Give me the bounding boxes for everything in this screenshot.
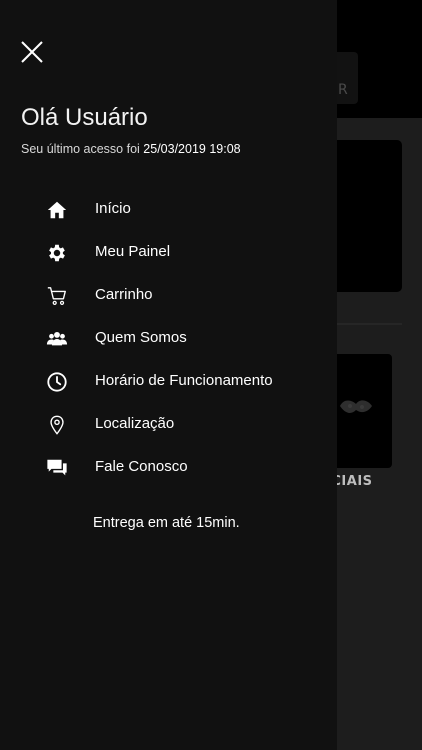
category-art-icon (340, 400, 372, 413)
menu-item-label: Carrinho (95, 286, 153, 303)
menu-item-carrinho[interactable]: Carrinho (0, 275, 337, 317)
menu-item-fale-conosco[interactable]: Fale Conosco (0, 447, 337, 489)
cart-icon (46, 285, 68, 307)
location-pin-icon (46, 414, 68, 436)
menu-item-label: Fale Conosco (95, 458, 188, 475)
close-button[interactable] (18, 38, 46, 66)
chat-icon (46, 457, 68, 479)
menu-item-quem-somos[interactable]: Quem Somos (0, 318, 337, 360)
navigation-drawer: Olá Usuário Seu último acesso foi 25/03/… (0, 0, 337, 750)
people-icon (46, 328, 68, 350)
last-access-text: Seu último acesso foi 25/03/2019 19:08 (21, 142, 241, 156)
last-access-prefix: Seu último acesso foi (21, 142, 140, 156)
menu-item-meu-painel[interactable]: Meu Painel (0, 232, 337, 274)
home-icon (46, 199, 68, 221)
menu-item-label: Meu Painel (95, 243, 171, 260)
greeting-title: Olá Usuário (21, 104, 148, 131)
gear-icon (46, 242, 68, 264)
background-header-button-text: R (338, 82, 348, 98)
menu-item-label: Horário de Funcionamento (95, 372, 273, 389)
menu-item-localizacao[interactable]: Localização (0, 404, 337, 446)
menu-item-horario[interactable]: Horário de Funcionamento (0, 361, 337, 403)
menu-item-inicio[interactable]: Início (0, 189, 337, 231)
delivery-note: Entrega em até 15min. (93, 515, 240, 531)
background-divider (330, 323, 402, 325)
clock-icon (46, 371, 68, 393)
last-access-timestamp: 25/03/2019 19:08 (143, 142, 241, 156)
menu-item-label: Quem Somos (95, 329, 187, 346)
menu-item-label: Localização (95, 415, 175, 432)
close-icon (21, 41, 43, 63)
menu-item-label: Início (95, 200, 131, 217)
